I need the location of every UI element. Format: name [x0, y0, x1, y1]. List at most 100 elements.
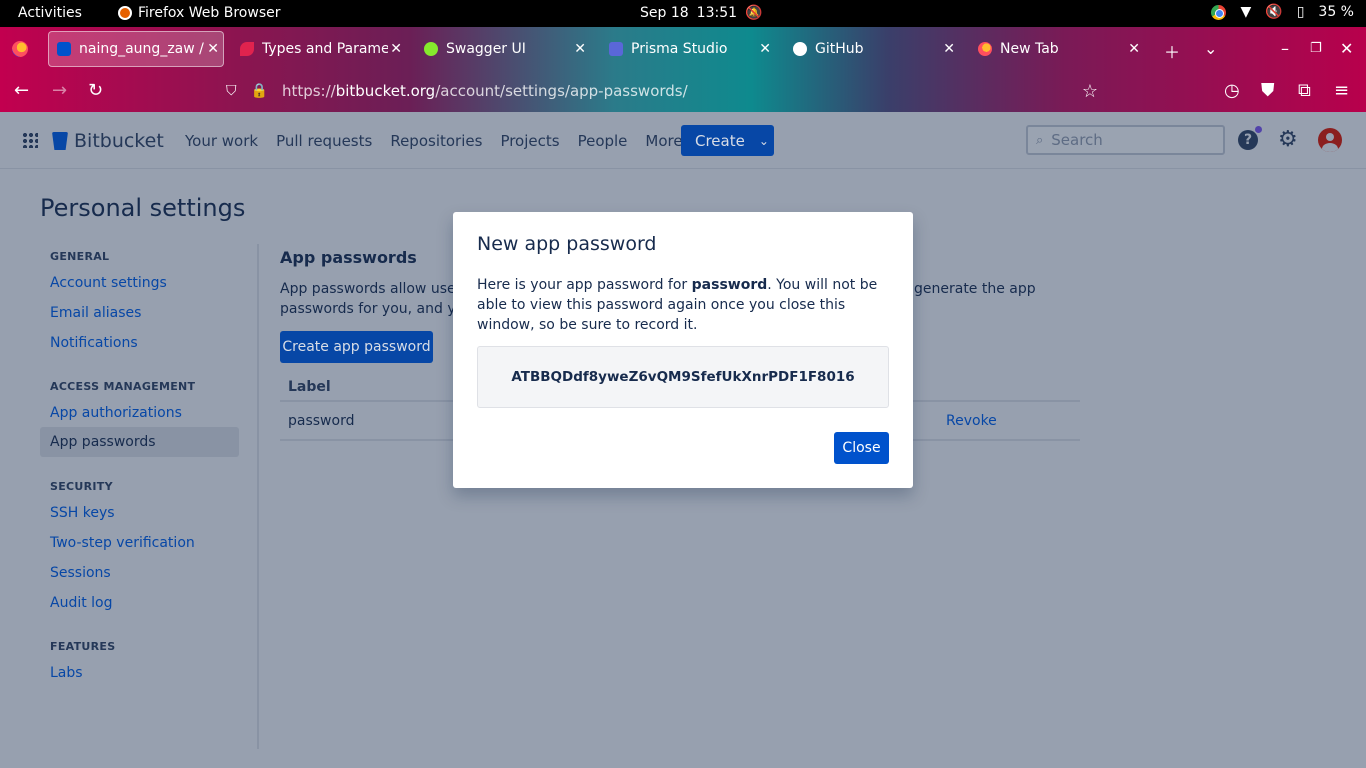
sidebar-header-features: FEATURES: [50, 640, 116, 653]
nav-people[interactable]: People: [578, 132, 628, 150]
sidebar-item-ssh-keys[interactable]: SSH keys: [50, 505, 115, 521]
url-host: bitbucket.org: [335, 82, 436, 100]
description-line-1-tail: generate the app: [914, 281, 1036, 297]
sidebar-item-account-settings[interactable]: Account settings: [50, 275, 167, 291]
tab-label: Types and Paramet: [262, 41, 388, 57]
tab-label: GitHub: [815, 41, 864, 57]
close-button[interactable]: Close: [834, 432, 889, 464]
sidebar-header-general: GENERAL: [50, 250, 110, 263]
row-label: password: [288, 413, 355, 429]
create-button-label: Create: [695, 131, 745, 150]
wifi-icon: ▼: [1240, 4, 1252, 20]
clock[interactable]: Sep 18 13:51 🔕: [640, 5, 762, 21]
search-input[interactable]: ⌕ Search: [1026, 125, 1225, 155]
activities-button[interactable]: Activities: [18, 5, 82, 21]
close-window-icon[interactable]: ✕: [1340, 39, 1353, 58]
sidebar-item-app-passwords[interactable]: App passwords: [40, 427, 239, 457]
notifications-muted-icon: 🔕: [745, 5, 763, 21]
close-tab-icon[interactable]: ✕: [1128, 41, 1140, 57]
time-label: 13:51: [696, 5, 738, 21]
extensions-icon[interactable]: ⧉: [1298, 81, 1311, 101]
close-tab-icon[interactable]: ✕: [943, 41, 955, 57]
chrome-tray-icon[interactable]: [1211, 4, 1227, 20]
create-button[interactable]: Create ⌄: [681, 125, 774, 156]
sidebar-item-two-step-verification[interactable]: Two-step verification: [50, 535, 195, 551]
tab-bitbucket[interactable]: naing_aung_zaw / a ✕: [48, 31, 224, 67]
nav-toolbar: ← → ↻ ⛉ 🔒 https://bitbucket.org/account/…: [0, 71, 1366, 112]
close-tab-icon[interactable]: ✕: [390, 41, 402, 57]
page-title: Personal settings: [40, 194, 246, 222]
volume-muted-icon: 🔇: [1265, 4, 1283, 20]
tab-new-tab[interactable]: New Tab ✕: [978, 31, 1144, 67]
tab-github[interactable]: GitHub ✕: [793, 31, 959, 67]
nav-your-work[interactable]: Your work: [185, 132, 258, 150]
section-heading: App passwords: [280, 248, 417, 267]
app-password-value[interactable]: ATBBQDdf8yweZ6vQM9SfefUkXnrPDF1F8016: [477, 346, 889, 408]
sidebar-item-app-authorizations[interactable]: App authorizations: [50, 405, 182, 421]
minimize-window-icon[interactable]: –: [1281, 39, 1289, 58]
new-tab-plus-icon[interactable]: ＋: [1164, 39, 1180, 63]
settings-gear-icon[interactable]: ⚙: [1278, 127, 1298, 152]
tab-label: New Tab: [1000, 41, 1059, 57]
description-line-1: App passwords allow users: [280, 281, 469, 297]
battery-percent: 35 %: [1318, 4, 1354, 20]
firefox-view-icon[interactable]: [12, 41, 28, 57]
sidebar-item-audit-log[interactable]: Audit log: [50, 595, 113, 611]
search-placeholder: Search: [1051, 131, 1103, 149]
back-arrow-icon[interactable]: ←: [14, 81, 29, 101]
close-tab-icon[interactable]: ✕: [759, 41, 771, 57]
app-menu-hamburger-icon[interactable]: ≡: [1334, 81, 1349, 101]
bitbucket-logo[interactable]: Bitbucket: [52, 130, 164, 152]
history-icon[interactable]: ◷: [1224, 81, 1240, 101]
battery-icon: ▯: [1296, 4, 1305, 20]
app-switcher-grid-icon[interactable]: [22, 132, 38, 148]
nav-repositories[interactable]: Repositories: [390, 132, 482, 150]
revoke-link[interactable]: Revoke: [946, 413, 997, 429]
sidebar-item-sessions[interactable]: Sessions: [50, 565, 111, 581]
user-avatar[interactable]: [1318, 128, 1342, 152]
sidebar-item-email-aliases[interactable]: Email aliases: [50, 305, 141, 321]
swagger-favicon-icon: [424, 42, 438, 56]
system-top-bar: Activities Firefox Web Browser Sep 18 13…: [0, 0, 1366, 27]
search-icon: ⌕: [1036, 132, 1044, 148]
sidebar-header-security: SECURITY: [50, 480, 113, 493]
settings-sidebar: GENERAL Account settings Email aliases N…: [40, 244, 259, 749]
system-tray[interactable]: ▼ 🔇 ▯ 35 %: [1211, 4, 1354, 20]
nestjs-favicon-icon: [240, 42, 254, 56]
tracking-protection-shield-icon[interactable]: ⛉: [226, 83, 237, 99]
tab-prisma-studio[interactable]: Prisma Studio ✕: [609, 31, 775, 67]
dialog-message: Here is your app password for password. …: [477, 275, 889, 335]
prisma-favicon-icon: [609, 42, 623, 56]
nav-pull-requests[interactable]: Pull requests: [276, 132, 372, 150]
tab-label: Swagger UI: [446, 41, 526, 57]
close-tab-icon[interactable]: ✕: [574, 41, 586, 57]
tab-swagger-ui[interactable]: Swagger UI ✕: [424, 31, 590, 67]
app-name-label: Firefox Web Browser: [138, 5, 281, 21]
description-line-2: passwords for you, and you: [280, 301, 474, 317]
bitbucket-top-nav: Bitbucket Your work Pull requests Reposi…: [0, 112, 1366, 169]
url-path: /account/settings/app-passwords/: [435, 82, 688, 100]
reload-icon[interactable]: ↻: [88, 81, 103, 101]
pocket-icon[interactable]: ⛊: [1261, 81, 1275, 101]
close-tab-icon[interactable]: ✕: [207, 41, 219, 57]
nav-projects[interactable]: Projects: [500, 132, 559, 150]
sidebar-header-access-management: ACCESS MANAGEMENT: [50, 380, 196, 393]
restore-window-icon[interactable]: ❐: [1310, 41, 1322, 56]
address-bar[interactable]: ⛉ 🔒 https://bitbucket.org/account/settin…: [226, 76, 1116, 106]
lock-icon[interactable]: 🔒: [251, 83, 268, 99]
tab-strip: naing_aung_zaw / a ✕ Types and Paramet ✕…: [0, 27, 1366, 71]
primary-nav-links: Your work Pull requests Repositories Pro…: [185, 132, 697, 150]
list-tabs-chevron-icon[interactable]: ⌄: [1204, 39, 1217, 58]
app-menu[interactable]: Firefox Web Browser: [118, 5, 281, 21]
create-app-password-button[interactable]: Create app password: [280, 331, 433, 363]
firefox-icon: [118, 6, 132, 20]
bookmark-star-icon[interactable]: ☆: [1082, 81, 1098, 102]
bitbucket-favicon-icon: [57, 42, 71, 56]
sidebar-item-labs[interactable]: Labs: [50, 665, 83, 681]
forward-arrow-icon[interactable]: →: [52, 81, 67, 101]
tab-label: naing_aung_zaw / a: [79, 41, 207, 57]
help-icon[interactable]: ?: [1238, 126, 1262, 150]
sidebar-item-notifications[interactable]: Notifications: [50, 335, 138, 351]
tab-types-and-parameters[interactable]: Types and Paramet ✕: [240, 31, 406, 67]
dialog-message-prefix: Here is your app password for: [477, 277, 692, 293]
